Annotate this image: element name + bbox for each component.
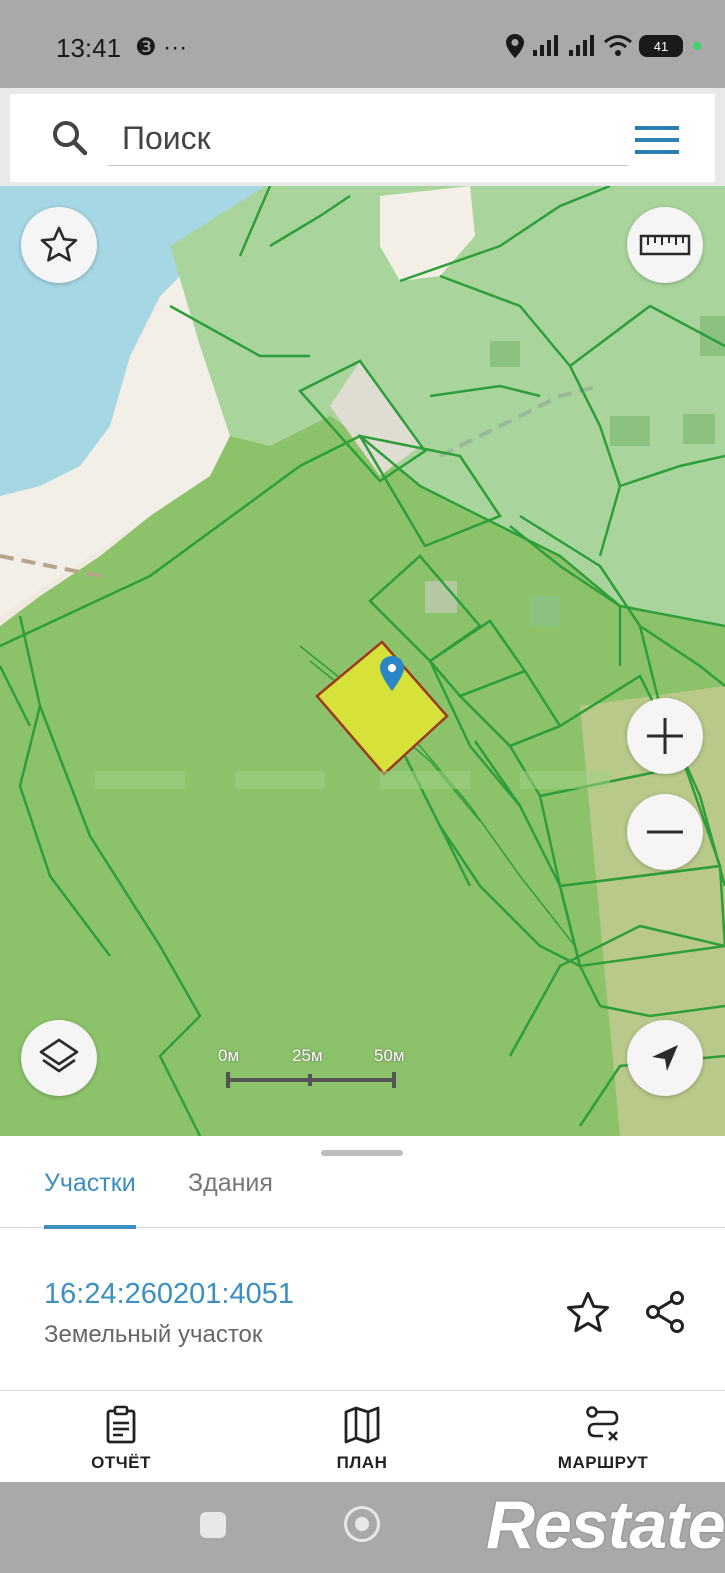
hamburger-menu-icon[interactable] (635, 124, 679, 156)
plan-button[interactable]: ПЛАН (282, 1391, 442, 1483)
route-button[interactable]: МАРШРУТ (523, 1391, 683, 1483)
parcel-cadastral-number[interactable]: 16:24:260201:4051 (44, 1278, 294, 1311)
scale-line (226, 1072, 396, 1088)
scale-label-0: 0м (218, 1046, 240, 1065)
system-navigation-bar: Restate (0, 1482, 725, 1573)
search-box (10, 94, 715, 182)
parcel-type: Земельный участок (44, 1321, 263, 1348)
status-right-icons: 41 (505, 30, 701, 62)
tab-parcels[interactable]: Участки (44, 1166, 136, 1229)
restate-watermark: Restate (486, 1487, 725, 1563)
layers-icon (39, 1038, 79, 1073)
scale-label-50: 50м (374, 1046, 405, 1065)
map-plan-icon (344, 1406, 380, 1444)
map-scale: 0м 25м 50м (212, 1046, 412, 1096)
wifi-icon (604, 35, 632, 56)
minus-icon (647, 830, 683, 834)
map-view[interactable]: 0м 25м 50м (0, 186, 725, 1136)
drag-handle[interactable] (321, 1150, 403, 1156)
sheet-tabs: Участки Здания (0, 1166, 725, 1229)
status-dot (693, 42, 701, 50)
tab-buildings[interactable]: Здания (188, 1166, 273, 1228)
signal-icon (533, 35, 558, 56)
route-label: МАРШРУТ (557, 1453, 649, 1472)
report-button[interactable]: ОТЧЁТ (41, 1391, 201, 1483)
battery-icon: 41 (639, 35, 683, 57)
report-label: ОТЧЁТ (91, 1453, 151, 1472)
layers-button[interactable] (21, 1020, 97, 1096)
locate-button[interactable] (627, 1020, 703, 1096)
search-icon[interactable] (50, 118, 90, 158)
status-bar: 13:41 ❸ ··· 41 (0, 0, 725, 88)
scale-label-25: 25м (292, 1046, 323, 1065)
battery-level: 41 (653, 38, 669, 54)
star-icon (40, 226, 78, 262)
ruler-icon (639, 234, 691, 256)
signal-icon (569, 35, 594, 56)
app-root: 13:41 ❸ ··· 41 Поиск 0м 25м 50м Участки … (0, 0, 725, 1573)
star-icon[interactable] (565, 1290, 611, 1336)
report-clipboard-icon (106, 1405, 136, 1444)
zoom-out-button[interactable] (627, 794, 703, 870)
location-pin-icon (506, 34, 524, 58)
favorite-map-button[interactable] (21, 207, 97, 283)
ruler-button[interactable] (627, 207, 703, 283)
navigation-arrow-icon (652, 1045, 678, 1071)
zoom-in-button[interactable] (627, 698, 703, 774)
action-bar: ОТЧЁТ ПЛАН МАРШРУТ (0, 1390, 725, 1482)
recent-apps-button[interactable] (200, 1512, 226, 1538)
route-icon (586, 1406, 619, 1441)
notification-icons: ❸ ··· (135, 34, 188, 61)
share-icon[interactable] (641, 1288, 689, 1336)
search-area (0, 88, 725, 186)
cadastral-map[interactable] (0, 186, 725, 1136)
plus-icon (647, 718, 683, 754)
plan-label: ПЛАН (336, 1453, 388, 1472)
search-input[interactable] (108, 112, 628, 166)
home-button[interactable] (344, 1506, 380, 1542)
status-time: 13:41 (56, 33, 122, 63)
